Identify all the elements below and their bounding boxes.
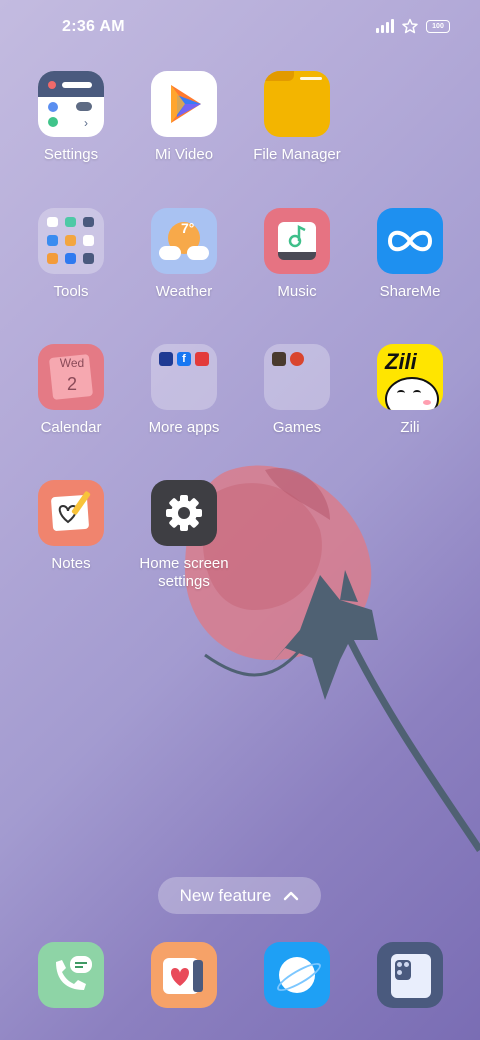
notes-app-icon [38,480,104,546]
signal-icon [376,19,394,33]
app-shareme[interactable]: ShareMe [354,208,466,301]
facebook-icon: f [177,352,191,366]
home-screen: 2:36 AM 100 › Settings Mi Video File Man… [0,0,480,1040]
dock-browser[interactable] [241,942,353,1008]
new-feature-label: New feature [179,885,272,905]
amazon-shopping-icon [159,352,173,366]
notes-label: Notes [51,555,91,572]
security-icon [151,942,217,1008]
gear-icon [166,495,202,531]
folder-more-apps[interactable]: f More apps [128,344,240,437]
weather-label: Weather [155,283,213,300]
zili-label: Zili [400,419,420,436]
game-icon-2 [290,352,304,366]
status-icons: 100 [376,18,450,34]
app-home-screen-settings[interactable]: Home screen settings [128,480,240,591]
games-folder-icon [264,344,330,410]
app-weather[interactable]: 7° Weather [128,208,240,301]
dock-security[interactable] [128,942,240,1008]
shareme-app-icon [377,208,443,274]
folder-games[interactable]: Games [241,344,353,437]
status-bar: 2:36 AM 100 [0,0,480,56]
zili-app-icon: Zili [377,344,443,410]
chevron-up-icon [284,891,299,900]
weather-app-icon: 7° [151,208,217,274]
wps-office-icon [195,352,209,366]
star-icon [402,18,418,34]
dock-camera[interactable] [354,942,466,1008]
phone-icon [38,942,104,1008]
weather-temp: 7° [181,220,195,236]
calendar-date: 2 [66,374,77,394]
app-mi-video[interactable]: Mi Video [128,71,240,164]
camera-icon [377,942,443,1008]
more-apps-label: More apps [148,419,220,436]
status-time: 2:36 AM [62,18,125,35]
folder-tools[interactable]: Tools [15,208,127,301]
file-manager-label: File Manager [253,146,341,163]
app-settings[interactable]: › Settings [15,71,127,164]
home-screen-settings-label-line2: settings [158,573,210,590]
more-apps-folder-icon: f [151,344,217,410]
calendar-app-icon: Wed 2 [38,344,104,410]
app-calendar[interactable]: Wed 2 Calendar [15,344,127,437]
calendar-label: Calendar [40,419,102,436]
app-notes[interactable]: Notes [15,480,127,573]
mi-video-app-icon [151,71,217,137]
settings-app-icon: › [38,71,104,137]
app-file-manager[interactable]: File Manager [241,71,353,164]
zili-logo: Zili [385,349,417,374]
app-music[interactable]: Music [241,208,353,301]
settings-label: Settings [43,146,99,163]
new-feature-button[interactable]: New feature [158,877,321,914]
tools-folder-icon [38,208,104,274]
browser-icon [264,942,330,1008]
mi-video-label: Mi Video [154,146,214,163]
home-screen-settings-label-line1: Home screen [139,555,229,572]
shareme-label: ShareMe [379,283,441,300]
games-label: Games [272,419,322,436]
calendar-day: Wed [59,356,85,370]
home-screen-settings-label: Home screen settings [128,555,240,591]
battery-level: 100 [432,22,444,30]
home-screen-settings-app-icon [151,480,217,546]
game-icon-1 [272,352,286,366]
app-zili[interactable]: Zili Zili [354,344,466,437]
dock-phone[interactable] [15,942,127,1008]
music-app-icon [264,208,330,274]
file-manager-app-icon [264,71,330,137]
music-label: Music [277,283,317,300]
battery-icon: 100 [426,19,450,33]
tools-label: Tools [53,283,89,300]
